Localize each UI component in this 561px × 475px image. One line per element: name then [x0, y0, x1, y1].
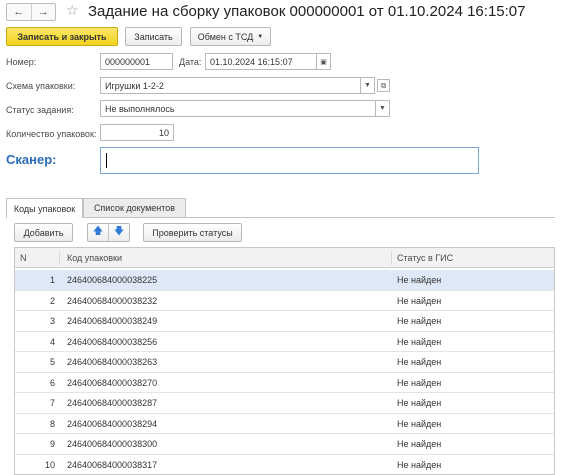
check-statuses-button[interactable]: Проверить статусы: [143, 223, 242, 242]
row-number: 8: [49, 418, 55, 429]
text-cursor: [106, 153, 107, 168]
row-number: 9: [49, 439, 55, 449]
row-number: 3: [49, 316, 55, 326]
save-button[interactable]: Записать: [125, 27, 182, 46]
table-row[interactable]: 8 246400684000038294 Не найден: [15, 414, 554, 434]
column-header-status[interactable]: Статус в ГИС: [397, 248, 453, 268]
table-row[interactable]: 3 246400684000038249 Не найден: [15, 311, 554, 332]
table-row[interactable]: 4 246400684000038256 Не найден: [15, 332, 554, 352]
gis-status: Не найден: [397, 295, 442, 306]
gis-status: Не найден: [397, 459, 442, 470]
table-row[interactable]: 10 246400684000038317 Не найден: [15, 455, 554, 475]
forward-arrow-icon[interactable]: →: [30, 4, 56, 20]
table-row[interactable]: 9 246400684000038300 Не найден: [15, 434, 554, 455]
count-field[interactable]: 10: [100, 124, 174, 141]
package-code: 246400684000038225: [67, 275, 158, 285]
tab-divider: [6, 217, 555, 218]
save-and-close-button[interactable]: Записать и закрыть: [6, 27, 118, 46]
open-link-icon[interactable]: ⧉: [377, 79, 390, 92]
status-dropdown-icon[interactable]: ▼: [376, 100, 390, 117]
package-code: 246400684000038294: [67, 418, 158, 429]
gis-status: Не найден: [397, 398, 442, 408]
row-number: 1: [49, 275, 55, 285]
status-label: Статус задания:: [6, 105, 74, 115]
package-code: 246400684000038287: [67, 398, 158, 408]
package-code: 246400684000038256: [67, 336, 158, 347]
add-button[interactable]: Добавить: [14, 223, 73, 242]
exchange-tsd-label: Обмен с ТСД: [197, 31, 254, 42]
scanner-label: Сканер:: [6, 152, 57, 167]
gis-status: Не найден: [397, 275, 442, 285]
navigation-buttons: ← →: [6, 3, 56, 21]
gis-status: Не найден: [397, 439, 442, 449]
window-title: Задание на сборку упаковок 000000001 от …: [88, 3, 526, 20]
gis-status: Не найден: [397, 418, 442, 429]
gis-status: Не найден: [397, 336, 442, 347]
package-code: 246400684000038317: [67, 459, 158, 470]
number-field[interactable]: 000000001: [100, 53, 173, 70]
table-row[interactable]: 7 246400684000038287 Не найден: [15, 393, 554, 414]
scheme-field[interactable]: Игрушки 1-2-2: [100, 77, 361, 94]
calendar-icon[interactable]: ▣: [317, 53, 331, 70]
table-row[interactable]: 6 246400684000038270 Не найден: [15, 373, 554, 393]
date-field[interactable]: 01.10.2024 16:15:07: [205, 53, 317, 70]
tab-documents-list[interactable]: Список документов: [83, 198, 186, 217]
scheme-label: Схема упаковки:: [6, 81, 76, 91]
table-header: N Код упаковки Статус в ГИС: [15, 248, 554, 268]
move-buttons-group: 🡅 🡇: [87, 223, 130, 242]
column-separator: [391, 251, 392, 265]
package-code: 246400684000038249: [67, 316, 158, 326]
gis-status: Не найден: [397, 357, 442, 367]
scheme-dropdown-icon[interactable]: ▼: [361, 77, 375, 94]
move-up-icon[interactable]: 🡅: [88, 224, 109, 241]
package-code: 246400684000038232: [67, 295, 158, 306]
package-code: 246400684000038270: [67, 377, 158, 388]
column-header-code[interactable]: Код упаковки: [67, 248, 122, 268]
row-number: 6: [49, 377, 55, 388]
scanner-input[interactable]: [100, 147, 479, 174]
package-code: 246400684000038263: [67, 357, 158, 367]
move-down-icon[interactable]: 🡇: [109, 224, 129, 241]
count-label: Количество упаковок:: [6, 129, 97, 139]
row-number: 5: [49, 357, 55, 367]
status-field[interactable]: Не выполнялось: [100, 100, 376, 117]
table-row[interactable]: 1 246400684000038225 Не найден: [15, 270, 554, 291]
favorite-star-icon[interactable]: ☆: [66, 2, 79, 19]
package-codes-table: N Код упаковки Статус в ГИС 1 24640068400…: [14, 247, 555, 475]
row-number: 10: [44, 459, 55, 470]
table-row[interactable]: 2 246400684000038232 Не найден: [15, 291, 554, 311]
package-code: 246400684000038300: [67, 439, 158, 449]
exchange-tsd-button[interactable]: Обмен с ТСД ▼: [190, 27, 271, 46]
row-number: 7: [49, 398, 55, 408]
row-number: 4: [49, 336, 55, 347]
tab-package-codes[interactable]: Коды упаковок: [6, 198, 83, 218]
column-separator: [59, 251, 60, 265]
back-arrow-icon[interactable]: ←: [7, 4, 31, 20]
table-row[interactable]: 5 246400684000038263 Не найден: [15, 352, 554, 373]
dropdown-arrow-icon: ▼: [257, 33, 264, 40]
row-number: 2: [49, 295, 55, 306]
gis-status: Не найден: [397, 316, 442, 326]
date-label: Дата:: [179, 57, 202, 67]
column-header-n[interactable]: N: [20, 248, 27, 268]
gis-status: Не найден: [397, 377, 442, 388]
number-label: Номер:: [6, 57, 37, 67]
